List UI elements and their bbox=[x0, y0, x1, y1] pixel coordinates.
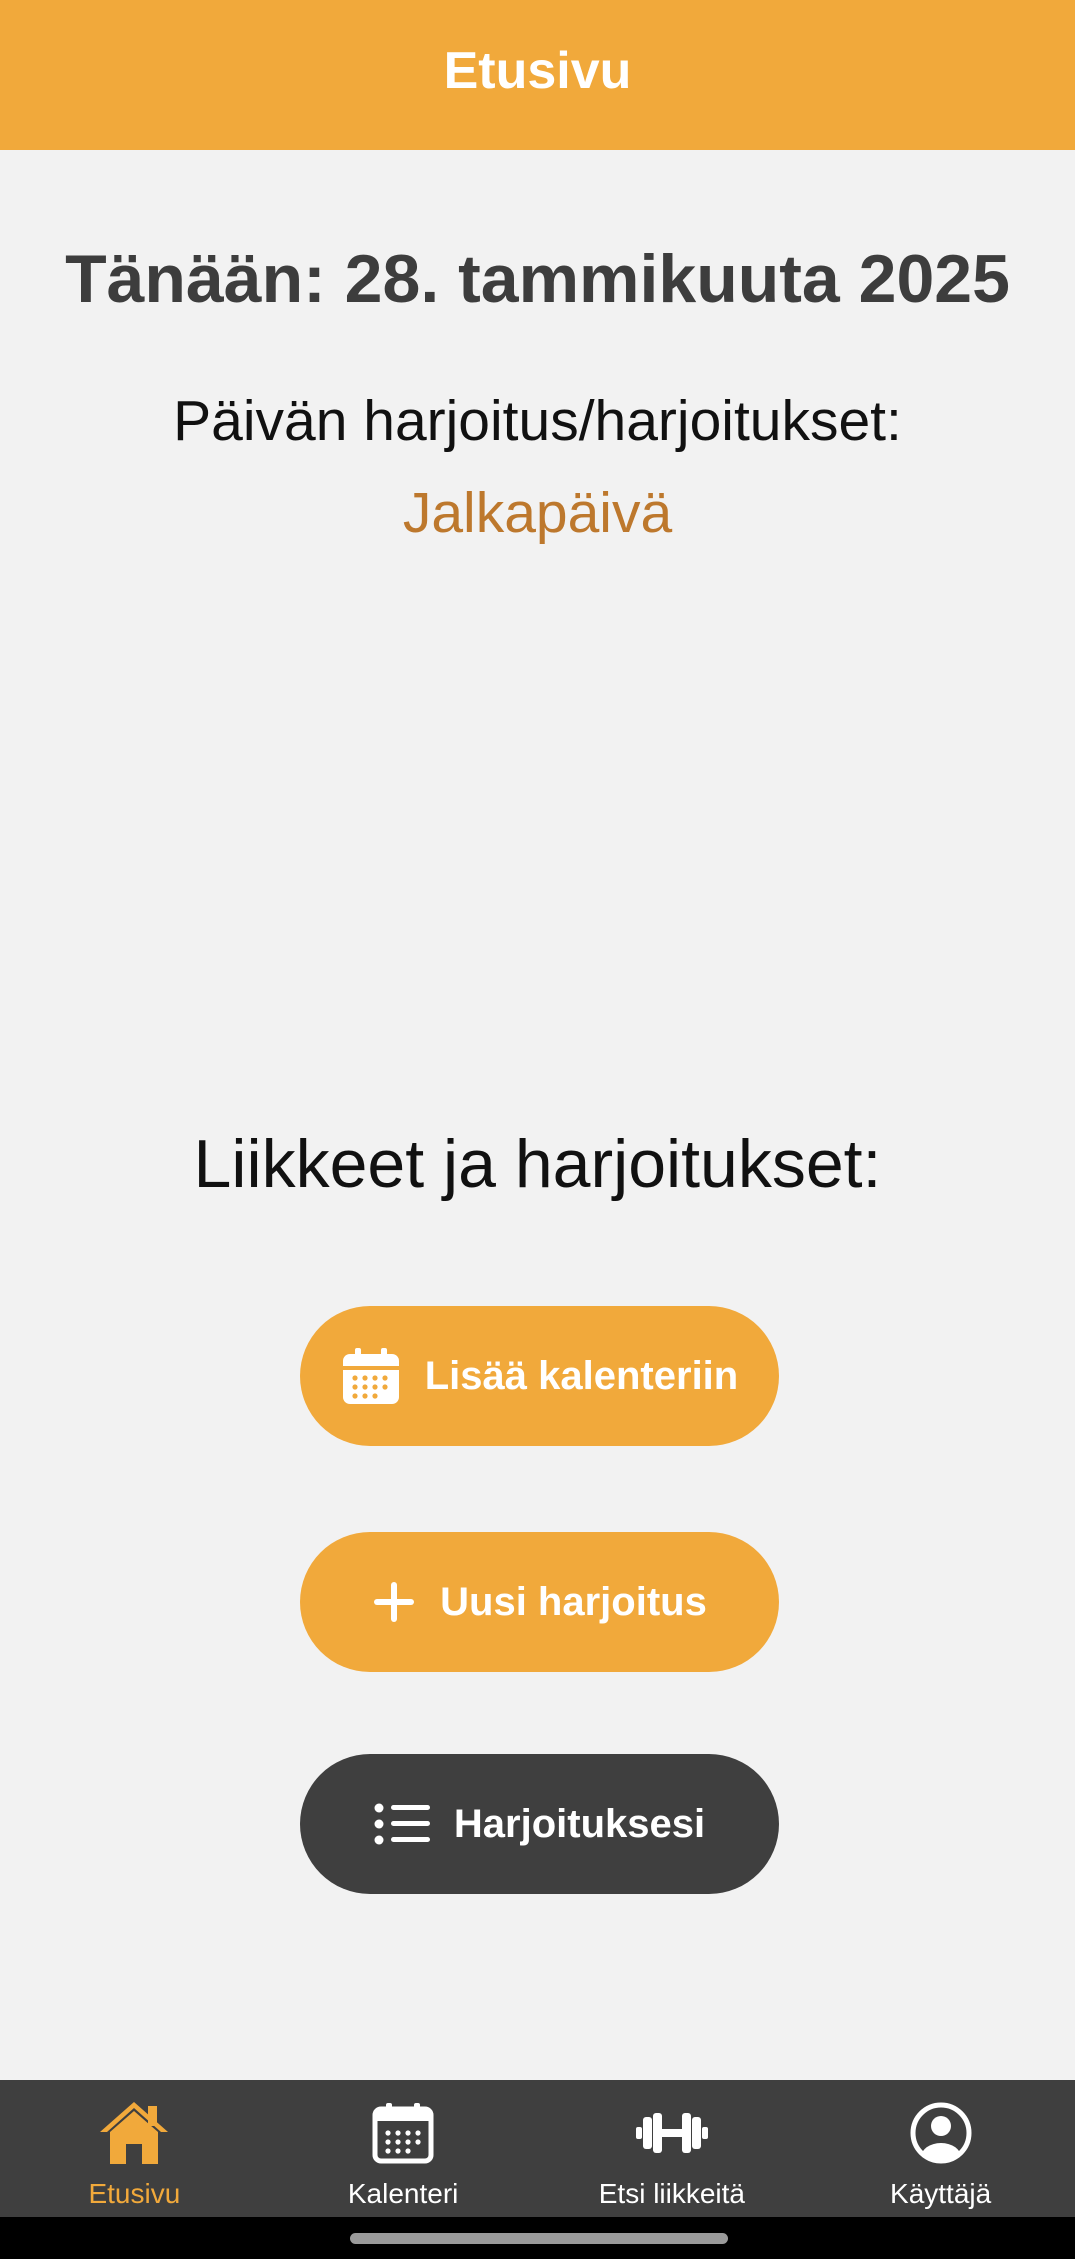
home-indicator[interactable] bbox=[350, 2233, 728, 2244]
calendar-icon bbox=[341, 1346, 401, 1406]
tab-label: Käyttäjä bbox=[890, 2178, 992, 2209]
bottom-tab-bar: Etusivu Kalenteri Etsi liikkeitä Käyttäj… bbox=[0, 2080, 1075, 2217]
day-workout-name[interactable]: Jalkapäivä bbox=[0, 480, 1075, 546]
add-to-calendar-label: Lisää kalenteriin bbox=[424, 1353, 739, 1398]
day-workout-label: Päivän harjoitus/harjoitukset: bbox=[173, 389, 902, 453]
add-to-calendar-button[interactable]: Lisää kalenteriin bbox=[300, 1306, 779, 1446]
page-title: Etusivu bbox=[443, 42, 632, 100]
tab-kalenteri[interactable]: Kalenteri bbox=[269, 2080, 538, 2217]
list-icon bbox=[374, 1802, 430, 1846]
dumbbell-icon bbox=[635, 2096, 708, 2170]
new-workout-button[interactable]: Uusi harjoitus bbox=[300, 1532, 779, 1672]
your-workouts-button[interactable]: Harjoituksesi bbox=[300, 1754, 779, 1894]
your-workouts-label: Harjoituksesi bbox=[453, 1801, 706, 1846]
today-date: Tänään: 28. tammikuuta 2025 bbox=[65, 241, 1010, 317]
plus-icon bbox=[372, 1580, 416, 1624]
tab-label: Etusivu bbox=[88, 2178, 181, 2209]
tab-etsi-liikkeita[interactable]: Etsi liikkeitä bbox=[538, 2080, 807, 2217]
user-icon bbox=[909, 2096, 973, 2170]
tab-etusivu[interactable]: Etusivu bbox=[0, 2080, 269, 2217]
tab-label: Kalenteri bbox=[347, 2178, 459, 2209]
calendar-icon bbox=[371, 2096, 435, 2170]
tab-kayttaja[interactable]: Käyttäjä bbox=[806, 2080, 1075, 2217]
new-workout-label: Uusi harjoitus bbox=[440, 1579, 707, 1624]
system-navigation-bar bbox=[0, 2217, 1075, 2259]
home-icon bbox=[98, 2096, 170, 2170]
section-title: Liikkeet ja harjoitukset: bbox=[193, 1126, 882, 1202]
app-header: Etusivu bbox=[0, 0, 1075, 150]
tab-label: Etsi liikkeitä bbox=[598, 2178, 745, 2209]
